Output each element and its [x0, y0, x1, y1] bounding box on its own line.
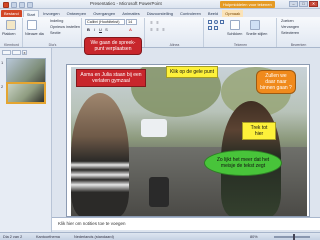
callout-move-point[interactable]: We gaan de spreek-punt verplaatsen [84, 37, 142, 55]
thumbnail-number: 2 [1, 84, 4, 89]
group-label: Klembord [4, 43, 19, 47]
paste-button[interactable]: Plakken [2, 32, 16, 36]
callout-asma-julia[interactable]: Asma en Julia staan bij een verlaten gym… [76, 69, 146, 87]
align-center-icon[interactable]: ≡ [155, 27, 160, 32]
paste-icon[interactable] [6, 20, 16, 30]
panel-close-button[interactable]: x [22, 50, 27, 55]
slide-count: Dia 2 van 2 [3, 235, 23, 239]
redo-icon[interactable] [27, 1, 33, 8]
tab-ontwerpen[interactable]: Ontwerpen [64, 10, 90, 17]
select-button[interactable]: Selecteren [281, 31, 299, 35]
context-tab-drawing-tools: Hulpmiddelen voor tekenen [220, 1, 275, 8]
bullets-icon[interactable]: ≡ [149, 20, 154, 25]
underline-icon[interactable]: U [98, 27, 103, 32]
callout-text-fits[interactable]: Zo lijkt het meer dat het meisje de teks… [204, 150, 282, 176]
align-left-icon[interactable]: ≡ [149, 27, 154, 32]
notes-placeholder: Klik hier om notities toe te voegen [58, 221, 126, 226]
tab-bestand[interactable]: Bestand [1, 10, 22, 17]
status-bar: Dia 2 van 2 Kantoorthema Nederlands (sta… [0, 232, 320, 240]
minimize-button[interactable]: – [289, 1, 298, 7]
font-color-icon[interactable]: A [128, 27, 133, 32]
tab-animaties[interactable]: Animaties [119, 10, 143, 17]
callout-mouth[interactable]: Zullen we daar naar binnen gaan ? [256, 70, 296, 94]
group-clipboard: Plakken Klembord [1, 18, 23, 47]
tab-start[interactable]: Start [22, 10, 40, 17]
bold-icon[interactable]: B [86, 27, 91, 32]
undo-icon[interactable] [19, 1, 25, 8]
tab-outline[interactable] [12, 50, 21, 55]
window-title: Presentatie1 - Microsoft PowerPoint [90, 1, 162, 6]
group-label: Alinea [169, 43, 180, 47]
theme-name: Kantoorthema [36, 235, 60, 239]
font-name-select[interactable]: Calibri (Hoofdtekst) [85, 19, 125, 25]
callout-shape-icon[interactable] [214, 26, 218, 30]
close-button[interactable]: ✕ [309, 1, 318, 7]
save-icon[interactable] [11, 1, 17, 8]
arrange-button[interactable]: Schikken [227, 32, 242, 36]
callout-click-yellow[interactable]: Klik op de gele punt [166, 66, 218, 78]
callout-drag[interactable]: Trek tot hier [242, 122, 276, 140]
group-editing: Zoeken Vervangen Selecteren Bewerken [278, 18, 319, 47]
maximize-button[interactable]: □ [299, 1, 308, 7]
numbering-icon[interactable]: ≡ [155, 20, 160, 25]
layout-button[interactable]: Indeling [50, 19, 63, 23]
thumbnail-number: 1 [1, 60, 4, 65]
girl-left [71, 93, 129, 216]
new-slide-button[interactable]: Nieuwe dia [25, 32, 44, 36]
language-indicator[interactable]: Nederlands (standaard) [74, 235, 114, 239]
panel-tabs: x [2, 50, 27, 55]
reset-button[interactable]: Opnieuw instellen [50, 25, 80, 29]
oval-shape-icon[interactable] [214, 20, 218, 24]
group-slides: Nieuwe dia Indeling Opnieuw instellen Se… [24, 18, 82, 47]
zoom-slider[interactable] [274, 234, 310, 240]
font-size-select[interactable]: 14 [126, 19, 137, 25]
quick-styles-icon[interactable] [250, 20, 260, 30]
replace-button[interactable]: Vervangen [281, 25, 299, 29]
slide-thumbnail-2[interactable] [6, 82, 46, 104]
notes-pane[interactable]: Klik hier om notities toe te voegen [52, 217, 320, 230]
tab-overgangen[interactable]: Overgangen [90, 10, 118, 17]
group-paragraph: ≡ ≡ ≡ ≡ ≡ Alinea [146, 18, 204, 47]
ribbon: Plakken Klembord Nieuwe dia Indeling Opn… [0, 17, 320, 48]
group-drawing: Schikken Snelle stijlen Tekenen [205, 18, 277, 47]
ribbon-tabs: Bestand Start Invoegen Ontwerpen Overgangen A… [0, 9, 320, 17]
group-label: Tekenen [233, 43, 248, 47]
quick-styles-button[interactable]: Snelle stijlen [246, 32, 267, 36]
new-slide-icon[interactable] [27, 20, 37, 30]
tab-opmaak[interactable]: Opmaak [222, 10, 244, 17]
group-label: Dia's [48, 43, 57, 47]
italic-icon[interactable]: I [92, 27, 97, 32]
section-button[interactable]: Sectie [50, 31, 61, 35]
tab-diavoorstelling[interactable]: Diavoorstelling [144, 10, 176, 17]
tab-slides[interactable] [2, 50, 11, 55]
tab-controleren[interactable]: Controleren [177, 10, 204, 17]
group-label: Bewerken [290, 43, 307, 47]
car [141, 119, 167, 137]
find-button[interactable]: Zoeken [281, 19, 294, 23]
align-right-icon[interactable]: ≡ [161, 27, 166, 32]
bag [149, 177, 169, 207]
window-controls: – □ ✕ [289, 1, 318, 7]
zoom-level[interactable]: 80% [250, 235, 258, 239]
arrange-icon[interactable] [230, 20, 240, 30]
tab-beeld[interactable]: Beeld [205, 10, 221, 17]
zoom-slider-thumb[interactable] [292, 234, 295, 240]
quick-access-toolbar [3, 1, 33, 8]
rectangle-shape-icon[interactable] [208, 20, 212, 24]
line-shape-icon[interactable] [220, 20, 224, 24]
tab-invoegen[interactable]: Invoegen [40, 10, 62, 17]
strikethrough-icon[interactable]: S [104, 27, 109, 32]
powerpoint-logo-icon[interactable] [3, 1, 9, 8]
arrow-shape-icon[interactable] [208, 26, 212, 30]
